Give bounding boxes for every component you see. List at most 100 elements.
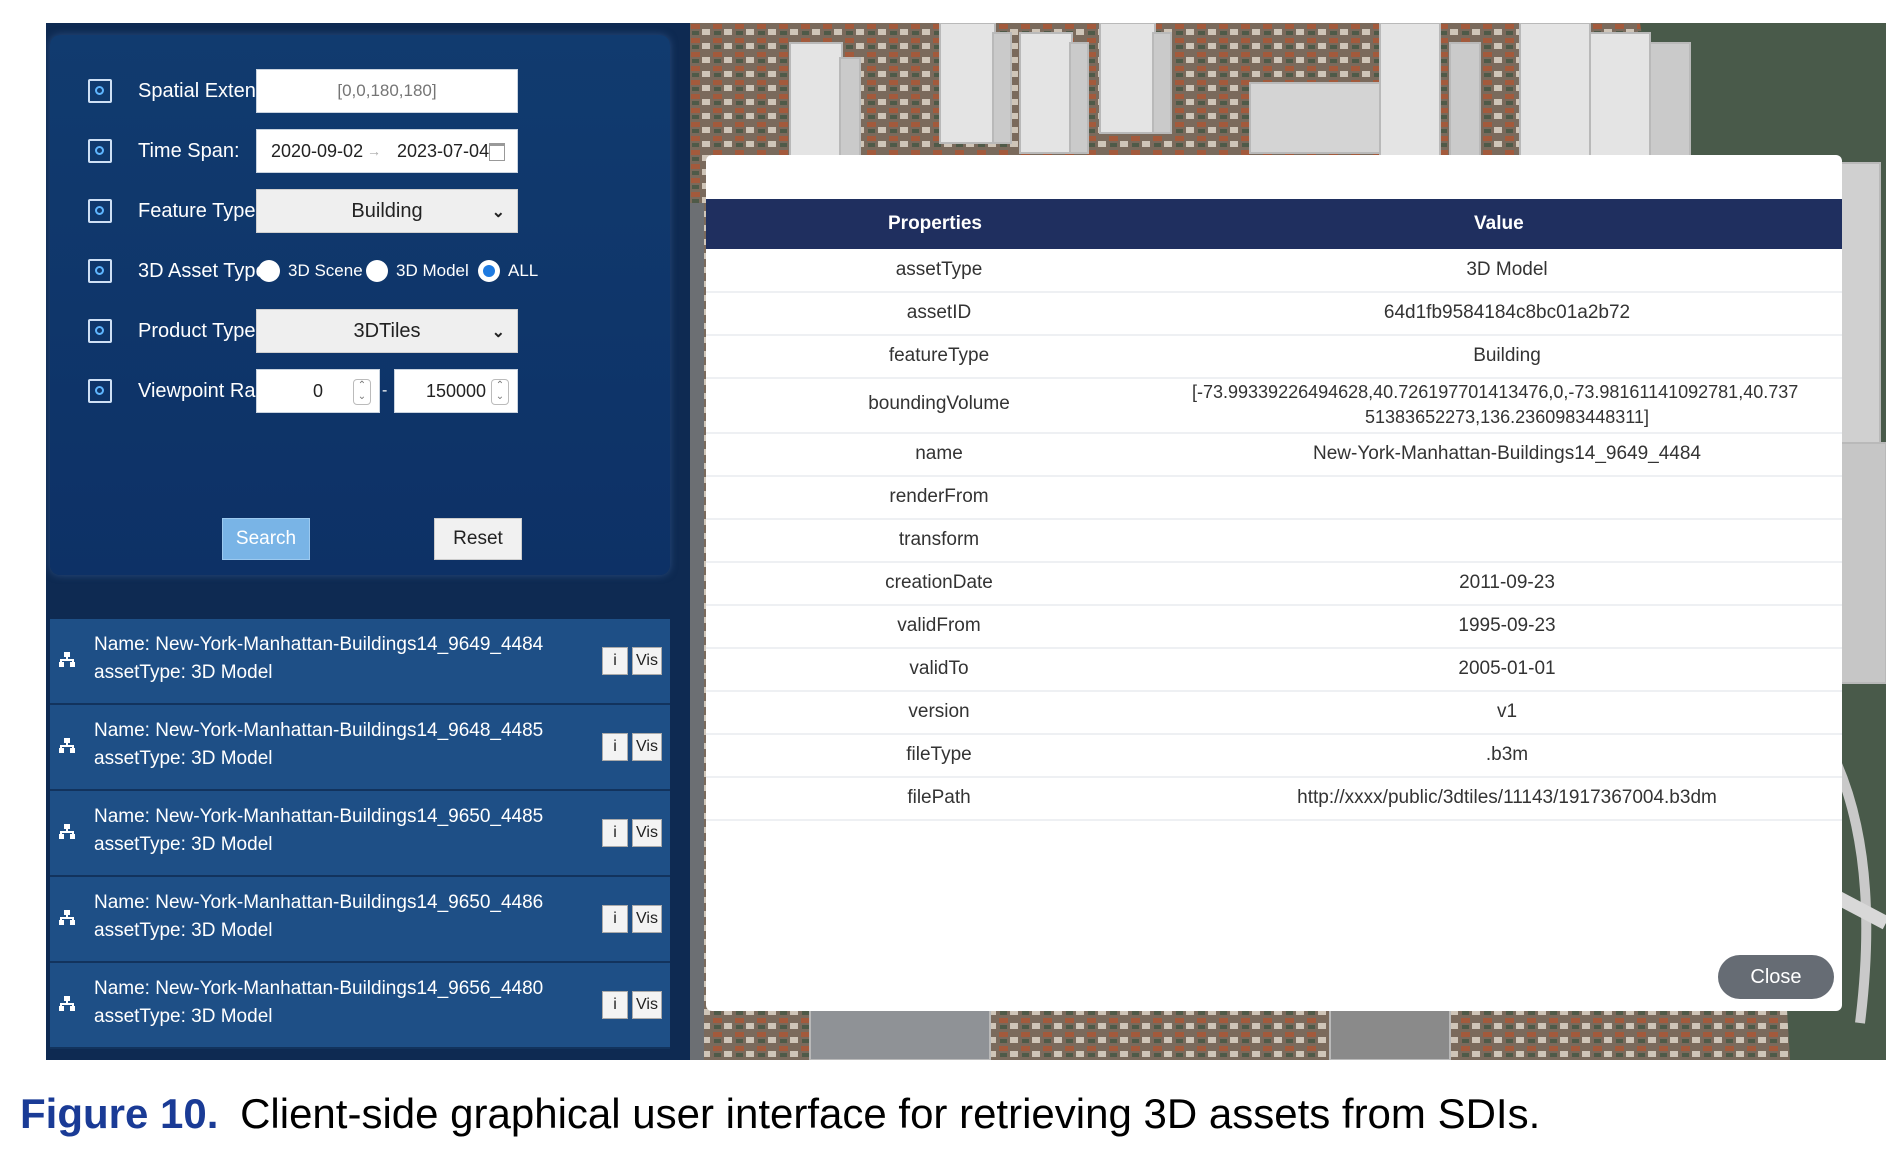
reset-button[interactable]: Reset <box>434 518 522 560</box>
stepper-icon[interactable]: ⌃ ⌄ <box>353 379 371 405</box>
product-type-label: Product Type: <box>138 319 262 342</box>
list-item[interactable]: Name: New-York-Manhattan-Buildings14_964… <box>50 705 670 791</box>
time-span-label: Time Span: <box>138 139 240 162</box>
property-value: 64d1fb9584184c8bc01a2b72 <box>1383 302 1631 323</box>
viewpoint-range-row: Viewpoint Range: 0 ⌃ ⌄ - 150000 ⌃ ⌄ <box>50 367 670 415</box>
viewpoint-icon <box>88 379 112 403</box>
property-name: validTo <box>909 658 969 679</box>
result-type: assetType: 3D Model <box>94 920 273 941</box>
product-type-value: 3DTiles <box>353 319 421 342</box>
info-button[interactable]: i <box>602 991 628 1019</box>
range-dash: - <box>382 382 388 399</box>
table-row: renderFrom <box>706 476 1842 520</box>
visualize-button[interactable]: Vis <box>632 905 662 933</box>
time-span-picker[interactable]: 2020-09-02 → 2023-07-04 <box>256 129 518 173</box>
feature-type-row: Feature Type: Building ⌄ <box>50 187 670 235</box>
list-item[interactable]: Name: New-York-Manhattan-Buildings14_965… <box>50 877 670 963</box>
visualize-button[interactable]: Vis <box>632 819 662 847</box>
figure-caption: Figure 10. Client-side graphical user in… <box>20 1090 1540 1138</box>
property-value: 1995-09-23 <box>1458 615 1556 636</box>
hierarchy-icon <box>59 996 75 1011</box>
search-form: Spatial Extent: Time Span: 2020-09-02 → … <box>50 35 670 575</box>
calendar-small-icon[interactable] <box>489 143 505 161</box>
table-row: name New-York-Manhattan-Buildings14_9649… <box>706 433 1842 477</box>
close-button[interactable]: Close <box>1718 955 1834 999</box>
table-row: transform <box>706 519 1842 563</box>
result-name: Name: New-York-Manhattan-Buildings14_965… <box>94 806 544 827</box>
list-item[interactable]: Name: New-York-Manhattan-Buildings14_965… <box>50 791 670 877</box>
result-type: assetType: 3D Model <box>94 748 273 769</box>
property-name: transform <box>898 529 980 550</box>
table-row: fileType .b3m <box>706 734 1842 778</box>
info-button[interactable]: i <box>602 905 628 933</box>
list-item[interactable]: Name: New-York-Manhattan-Buildings14_964… <box>50 619 670 705</box>
figure-number: Figure 10. <box>20 1090 219 1137</box>
properties-dialog: Properties Value assetType 3D Model asse… <box>706 155 1842 1011</box>
info-button[interactable]: i <box>602 647 628 675</box>
feature-type-select[interactable]: Building ⌄ <box>256 189 518 233</box>
start-date[interactable]: 2020-09-02 <box>271 141 363 162</box>
visualize-button[interactable]: Vis <box>632 647 662 675</box>
feature-type-label: Feature Type: <box>138 199 262 222</box>
visualize-button[interactable]: Vis <box>632 733 662 761</box>
spatial-extent-label: Spatial Extent: <box>138 79 267 102</box>
info-button[interactable]: i <box>602 733 628 761</box>
result-type: assetType: 3D Model <box>94 834 273 855</box>
property-value: Building <box>1473 345 1541 366</box>
list-item[interactable]: Name: New-York-Manhattan-Buildings14_965… <box>50 963 670 1049</box>
result-text: Name: New-York-Manhattan-Buildings14_965… <box>94 889 543 945</box>
property-value: .b3m <box>1485 744 1529 765</box>
table-row: assetID 64d1fb9584184c8bc01a2b72 <box>706 292 1842 336</box>
table-row: creationDate 2011-09-23 <box>706 562 1842 606</box>
property-name: creationDate <box>885 572 993 593</box>
property-name: version <box>908 701 970 722</box>
property-name: featureType <box>888 345 990 366</box>
table-header: Properties Value <box>706 199 1842 249</box>
time-span-row: Time Span: 2020-09-02 → 2023-07-04 <box>50 127 670 175</box>
viewpoint-min-input[interactable]: 0 ⌃ ⌄ <box>256 369 380 413</box>
property-value: http://xxxx/public/3dtiles/11143/1917367… <box>1297 787 1717 808</box>
result-type: assetType: 3D Model <box>94 662 273 683</box>
hierarchy-icon <box>59 738 75 753</box>
product-type-select[interactable]: 3DTiles ⌄ <box>256 309 518 353</box>
viewpoint-max-value: 150000 <box>425 380 487 401</box>
search-button[interactable]: Search <box>222 518 310 560</box>
radio-all-label: ALL <box>508 261 539 280</box>
table-row: filePath http://xxxx/public/3dtiles/1114… <box>706 777 1842 821</box>
end-date[interactable]: 2023-07-04 <box>397 141 489 162</box>
info-button[interactable]: i <box>602 819 628 847</box>
calendar-icon <box>88 139 112 163</box>
hierarchy-icon <box>59 824 75 839</box>
property-name: renderFrom <box>889 486 989 507</box>
search-panel: Spatial Extent: Time Span: 2020-09-02 → … <box>46 23 690 1060</box>
property-name: fileType <box>906 744 972 765</box>
property-value: v1 <box>1496 701 1518 722</box>
header-value: Value <box>1474 213 1524 234</box>
spatial-extent-input[interactable] <box>256 69 518 113</box>
bounding-volume-line-1: [-73.99339226494628,40.726197701413476,0… <box>1192 382 1799 402</box>
product-icon <box>88 319 112 343</box>
property-value: New-York-Manhattan-Buildings14_9649_4484 <box>1312 443 1701 464</box>
stepper-icon[interactable]: ⌃ ⌄ <box>491 379 509 405</box>
result-name: Name: New-York-Manhattan-Buildings14_965… <box>94 892 544 913</box>
radio-3d-scene[interactable] <box>258 260 280 282</box>
viewpoint-max-input[interactable]: 150000 ⌃ ⌄ <box>394 369 518 413</box>
table-row: validTo 2005-01-01 <box>706 648 1842 692</box>
radio-3d-model[interactable] <box>366 260 388 282</box>
property-name: assetID <box>906 302 972 323</box>
result-name: Name: New-York-Manhattan-Buildings14_964… <box>94 634 544 655</box>
asset-type-row: 3D Asset Type: 3D Scene 3D Model ALL <box>50 247 670 295</box>
result-name: Name: New-York-Manhattan-Buildings14_965… <box>94 978 544 999</box>
result-text: Name: New-York-Manhattan-Buildings14_965… <box>94 975 543 1031</box>
hierarchy-icon <box>59 652 75 667</box>
radio-all[interactable] <box>478 260 500 282</box>
property-value: [-73.99339226494628,40.726197701413476,0… <box>1172 380 1842 430</box>
table-row: boundingVolume [-73.99339226494628,40.72… <box>706 378 1842 434</box>
document-icon <box>88 259 112 283</box>
chevron-down-icon: ⌄ <box>491 324 505 341</box>
property-value: 3D Model <box>1466 259 1548 280</box>
chevron-down-icon: ⌄ <box>491 204 505 221</box>
visualize-button[interactable]: Vis <box>632 991 662 1019</box>
results-list: Name: New-York-Manhattan-Buildings14_964… <box>50 619 670 1060</box>
result-type: assetType: 3D Model <box>94 1006 273 1027</box>
